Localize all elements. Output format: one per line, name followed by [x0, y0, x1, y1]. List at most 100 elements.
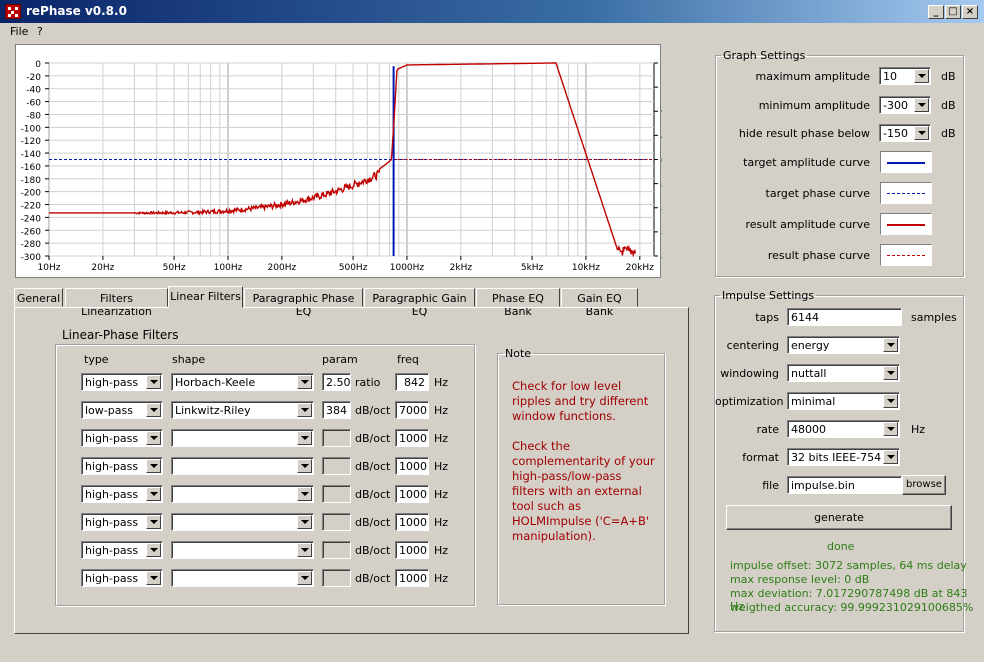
chevron-down-icon	[297, 515, 312, 529]
filter-shape-select[interactable]: Linkwitz-Riley	[171, 401, 314, 419]
status-text: done	[827, 540, 855, 553]
chevron-down-icon	[297, 431, 312, 445]
filter-freq-input[interactable]: 1000	[395, 457, 429, 475]
filter-param-unit: dB/oct	[355, 516, 391, 529]
left-axis-label: -200	[21, 189, 42, 199]
left-axis-label: -280	[21, 240, 42, 250]
filter-freq-unit: Hz	[434, 516, 449, 529]
filter-param-input[interactable]: 2.50	[322, 373, 351, 391]
maximize-button[interactable]: □	[945, 5, 961, 19]
weighted-accuracy-info: weigthed accuracy: 99.999231029100685%	[730, 601, 974, 614]
left-axis-label: -140	[21, 150, 42, 160]
format-select[interactable]: 32 bits IEEE-754	[787, 448, 900, 466]
tab-phase-eq-bank[interactable]: Phase EQ Bank	[476, 288, 560, 318]
filter-type-select[interactable]: low-pass	[81, 401, 163, 419]
target-amplitude-swatch[interactable]	[880, 151, 932, 173]
chevron-down-icon	[146, 543, 161, 557]
filter-freq-input[interactable]: 7000	[395, 401, 429, 419]
filter-param-input[interactable]	[322, 569, 351, 587]
tab-linear-filters[interactable]: Linear Filters	[168, 286, 243, 308]
filter-param-unit: dB/oct	[355, 432, 391, 445]
frequency-label: 200Hz	[268, 263, 297, 273]
result-amplitude-swatch[interactable]	[880, 213, 932, 235]
file-input[interactable]: impulse.bin	[787, 476, 902, 494]
windowing-label: windowing	[720, 367, 779, 380]
filter-param-unit: ratio	[355, 376, 381, 389]
filter-shape-select[interactable]	[171, 513, 314, 531]
left-axis-label: -180	[21, 176, 42, 186]
menu-help[interactable]: ?	[37, 25, 43, 38]
windowing-select[interactable]: nuttall	[787, 364, 900, 382]
browse-button[interactable]: browse	[902, 475, 946, 495]
filter-param-unit: dB/oct	[355, 460, 391, 473]
tab-paragraphic-gain-eq[interactable]: Paragraphic Gain EQ	[364, 288, 475, 318]
filter-shape-select[interactable]	[171, 457, 314, 475]
column-shape: shape	[172, 353, 206, 366]
generate-button[interactable]: generate	[726, 505, 952, 530]
filter-type-select[interactable]: high-pass	[81, 569, 163, 587]
frequency-response-graph[interactable]: 0 -20 -40 -60 -80 -100 -120 -140 -160 -180 -200 -22…	[15, 44, 662, 278]
filter-freq-input[interactable]: 1000	[395, 513, 429, 531]
note-paragraph-2: Check the complementarity of your high-p…	[512, 439, 655, 543]
min-amplitude-select[interactable]: -300	[879, 96, 931, 114]
filter-param-unit: dB/oct	[355, 572, 391, 585]
target-phase-swatch[interactable]	[880, 182, 932, 204]
note-title: Note	[505, 347, 532, 360]
taps-unit: samples	[911, 311, 957, 324]
filter-shape-select[interactable]	[171, 541, 314, 559]
menu-file[interactable]: File	[10, 25, 28, 38]
filter-freq-unit: Hz	[434, 460, 449, 473]
filter-freq-input[interactable]: 1000	[395, 429, 429, 447]
filter-param-input[interactable]	[322, 541, 351, 559]
format-label: format	[742, 451, 779, 464]
centering-select[interactable]: energy	[787, 336, 900, 354]
tab-filters-linearization[interactable]: Filters Linearization	[65, 288, 168, 318]
chevron-down-icon	[883, 394, 898, 408]
filter-type-select[interactable]: high-pass	[81, 373, 163, 391]
filter-type-select[interactable]: high-pass	[81, 429, 163, 447]
optimization-select[interactable]: minimal	[787, 392, 900, 410]
hide-phase-select[interactable]: -150	[879, 124, 931, 142]
right-axis-label: 45°	[661, 132, 662, 142]
filter-type-select[interactable]: high-pass	[81, 457, 163, 475]
filter-type-select[interactable]: high-pass	[81, 541, 163, 559]
filter-shape-select[interactable]	[171, 569, 314, 587]
filter-param-input[interactable]	[322, 513, 351, 531]
optimization-label: optimization	[715, 395, 784, 408]
left-axis-label: -40	[26, 86, 41, 96]
frequency-label: 10Hz	[38, 263, 61, 273]
tab-gain-eq-bank[interactable]: Gain EQ Bank	[561, 288, 638, 318]
result-phase-swatch[interactable]	[880, 244, 932, 266]
filter-type-select[interactable]: high-pass	[81, 485, 163, 503]
max-amplitude-select[interactable]: 10	[879, 67, 931, 85]
filter-param-input[interactable]: 384	[322, 401, 351, 419]
column-freq: freq	[397, 353, 419, 366]
filter-param-input[interactable]	[322, 429, 351, 447]
filter-param-input[interactable]	[322, 485, 351, 503]
frequency-label: 20Hz	[91, 263, 114, 273]
taps-input[interactable]: 6144	[787, 308, 902, 326]
tab-paragraphic-phase-eq[interactable]: Paragraphic Phase EQ	[244, 288, 363, 318]
right-axis-label: -180°	[661, 253, 662, 263]
right-axis-label: -90°	[661, 205, 662, 215]
filter-freq-input[interactable]: 1000	[395, 485, 429, 503]
tab-general[interactable]: General	[14, 288, 63, 307]
filter-param-input[interactable]	[322, 457, 351, 475]
filter-shape-select[interactable]	[171, 485, 314, 503]
close-button[interactable]: ×	[962, 5, 978, 19]
filter-freq-unit: Hz	[434, 376, 449, 389]
minimize-button[interactable]: _	[928, 5, 944, 19]
chevron-down-icon	[883, 450, 898, 464]
filter-type-select[interactable]: high-pass	[81, 513, 163, 531]
filter-shape-select[interactable]	[171, 429, 314, 447]
filter-freq-input[interactable]: 1000	[395, 541, 429, 559]
filter-freq-input[interactable]: 1000	[395, 569, 429, 587]
frequency-label: 1000Hz	[390, 263, 425, 273]
rate-select[interactable]: 48000	[787, 420, 900, 438]
filter-freq-input[interactable]: 842	[395, 373, 429, 391]
left-axis-label: -60	[26, 99, 41, 109]
filter-freq-unit: Hz	[434, 432, 449, 445]
rate-unit: Hz	[911, 423, 926, 436]
chevron-down-icon	[146, 515, 161, 529]
filter-shape-select[interactable]: Horbach-Keele	[171, 373, 314, 391]
